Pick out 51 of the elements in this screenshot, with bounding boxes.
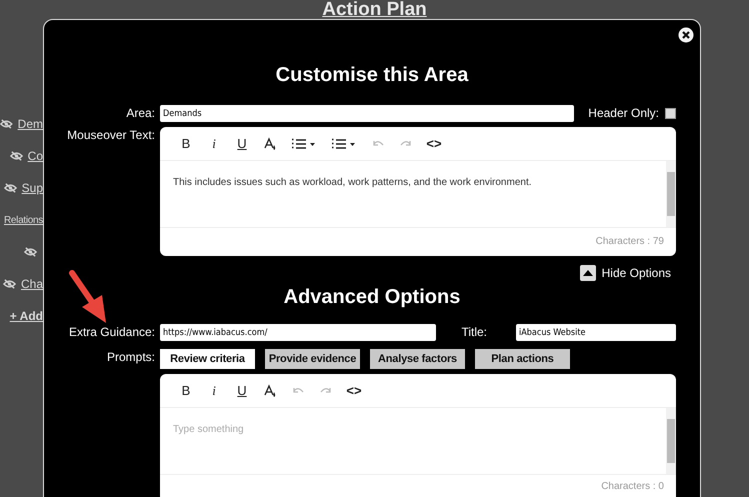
- input-field[interactable]: https://www.iabacus.com/: [160, 324, 436, 341]
- code-button[interactable]: <>: [420, 136, 448, 151]
- field-label: Area:: [125, 105, 155, 122]
- prompt-tab[interactable]: Provide evidence: [265, 349, 360, 369]
- scrollbar[interactable]: [666, 408, 676, 474]
- text-editor[interactable]: B i U <> Type something Characters : 0: [160, 374, 676, 497]
- text-editor[interactable]: B i U <> This includes issues such as workload, work patterns, and the work environment. Characters : 79: [160, 127, 676, 256]
- checkbox[interactable]: [665, 108, 676, 119]
- underline-button[interactable]: U: [228, 383, 256, 398]
- underline-button[interactable]: U: [228, 136, 256, 151]
- area-link[interactable]: Sup: [22, 181, 43, 195]
- section-link[interactable]: Relations: [4, 214, 43, 226]
- eye-slash-icon[interactable]: [2, 279, 16, 289]
- numbered-list-icon[interactable]: [291, 136, 317, 150]
- bold-button[interactable]: B: [172, 383, 200, 398]
- input-field[interactable]: iAbacus Website: [516, 324, 676, 341]
- font-color-icon[interactable]: [263, 384, 277, 398]
- page-title[interactable]: Action Plan: [322, 0, 427, 21]
- character-count: Characters : 79: [596, 236, 664, 247]
- italic-button[interactable]: i: [200, 382, 228, 398]
- dialog-title: Customise this Area: [274, 63, 470, 88]
- scrollbar[interactable]: [666, 161, 676, 227]
- field-label: Header Only:: [588, 105, 659, 122]
- field-label: Prompts:: [106, 349, 155, 366]
- character-count: Characters : 0: [601, 481, 664, 492]
- field-label: Extra Guidance:: [68, 324, 155, 341]
- bullet-list-icon[interactable]: [331, 136, 357, 150]
- area-link[interactable]: Co: [28, 149, 43, 163]
- code-button[interactable]: <>: [340, 383, 368, 398]
- eye-slash-icon[interactable]: [0, 119, 13, 129]
- prompt-tab[interactable]: Review criteria: [160, 349, 255, 369]
- input-field[interactable]: Demands: [160, 105, 574, 122]
- eye-slash-icon[interactable]: [24, 247, 37, 257]
- area-link[interactable]: Cha: [20, 277, 43, 291]
- hide-options-button[interactable]: Hide Options: [580, 264, 671, 281]
- bold-button[interactable]: B: [172, 136, 200, 151]
- editor-text: This includes issues such as workload, work patterns, and the work environment.: [173, 177, 532, 190]
- field-label: Title:: [461, 324, 487, 341]
- field-label: Mouseover Text:: [66, 127, 155, 144]
- arrow-drawing: [68, 269, 108, 325]
- eye-slash-icon[interactable]: [10, 151, 23, 161]
- eye-slash-icon[interactable]: [4, 183, 17, 193]
- prompt-tab[interactable]: Plan actions: [475, 349, 570, 369]
- section-title: Advanced Options: [282, 285, 462, 310]
- italic-button[interactable]: i: [200, 136, 228, 152]
- editor-placeholder: Type something: [173, 424, 244, 437]
- add-link[interactable]: + Add: [10, 309, 43, 323]
- prompt-tab[interactable]: Analyse factors: [370, 349, 465, 369]
- close-icon[interactable]: [678, 27, 694, 43]
- area-link[interactable]: Dem: [18, 117, 43, 131]
- font-color-icon[interactable]: [263, 136, 277, 150]
